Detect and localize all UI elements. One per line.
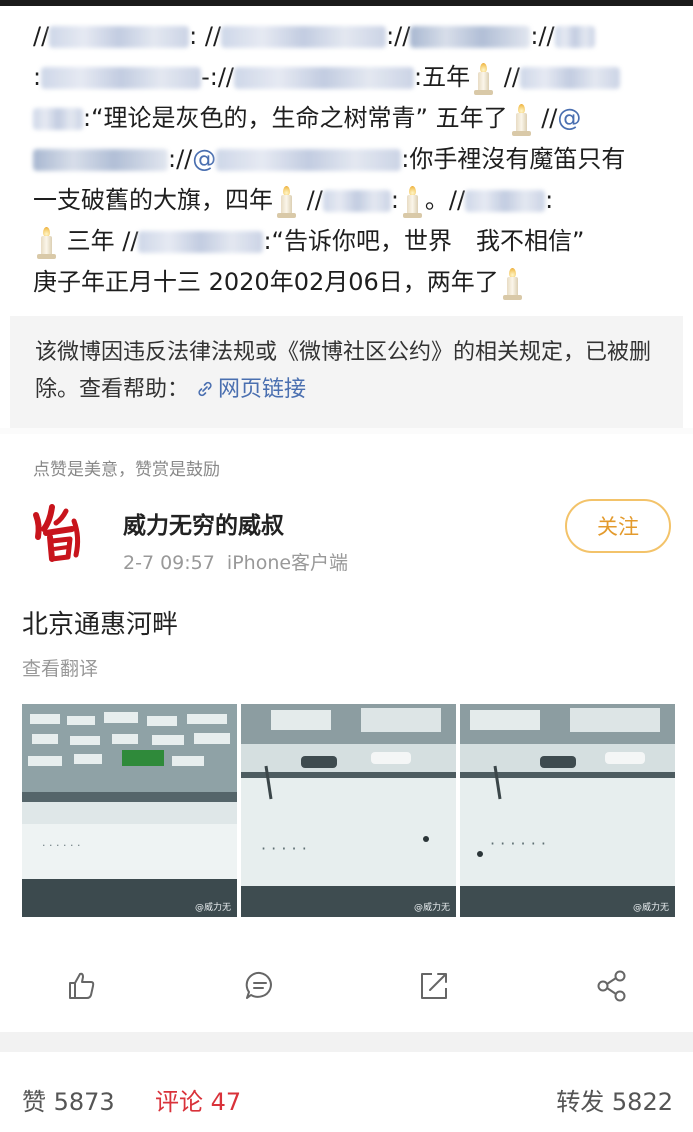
share-button[interactable] — [594, 968, 630, 1004]
separator: // — [496, 63, 520, 91]
separator: : // — [189, 22, 222, 50]
web-link[interactable]: 网页链接 — [196, 377, 306, 402]
candle-icon — [35, 225, 57, 259]
repost-chain-text: //: //://:// : -://:五年 // :“理论是灰色的，生命之树常青… — [33, 16, 663, 303]
candle-icon — [401, 184, 423, 218]
svg-text:· · · · ·: · · · · · — [261, 839, 307, 858]
redacted-username — [216, 149, 402, 171]
mention-link[interactable]: @ — [192, 145, 216, 173]
repost-line-1: // : // :// :// — [33, 16, 663, 57]
avatar[interactable] — [22, 497, 94, 569]
redacted-username — [554, 26, 595, 48]
redacted-username — [221, 26, 387, 48]
share-nodes-icon — [597, 970, 626, 1002]
repost-comment: :你手裡沒有魔笛只有 — [401, 145, 626, 173]
web-link-label: 网页链接 — [218, 377, 307, 402]
redacted-username — [41, 67, 202, 89]
post-image-1[interactable]: · · · · · · @威力无 — [22, 704, 237, 917]
post-time: 2-7 09:57 — [123, 552, 215, 574]
redacted-username — [410, 26, 531, 48]
image-watermark: @威力无 — [194, 903, 231, 913]
translate-link[interactable]: 查看翻译 — [22, 654, 98, 681]
separator: -:// — [201, 63, 235, 91]
post-text: 北京通惠河畔 — [22, 610, 179, 640]
repost-comment: :“告诉你吧，世界 我不相信” — [263, 227, 585, 255]
repost-line-3: :“理论是灰色的，生命之树常青” 五年了 //@ — [33, 98, 663, 139]
repost-line-5: 一支破舊的大旗，四年 //: 。//: — [33, 180, 663, 221]
separator: :// — [386, 22, 411, 50]
redacted-username — [322, 190, 391, 212]
mention-link[interactable]: @ — [557, 104, 581, 132]
likes-count-tab[interactable]: 赞 5873 — [22, 1082, 115, 1117]
repost-button[interactable] — [416, 968, 452, 1004]
repost-comment: 一支破舊的大旗，四年 — [33, 186, 273, 214]
comments-count-tab[interactable]: 评论 47 — [155, 1082, 241, 1117]
action-bar — [0, 958, 693, 1018]
separator: :// — [168, 145, 193, 173]
redacted-username — [33, 149, 168, 171]
redacted-username — [33, 108, 83, 130]
redacted-username — [519, 67, 620, 89]
separator: // — [33, 22, 50, 50]
image-watermark: @威力无 — [413, 903, 450, 913]
separator: // — [299, 186, 323, 214]
post-client: iPhone客户端 — [226, 552, 349, 574]
redacted-username — [465, 190, 546, 212]
candle-icon — [510, 102, 532, 136]
separator: :// — [530, 22, 555, 50]
post-image-2[interactable]: · · · · · @威力无 — [241, 704, 456, 917]
separator: : — [33, 63, 42, 91]
post-username[interactable]: 威力无穷的威叔 — [123, 506, 284, 540]
svg-text:· · · · · ·: · · · · · · — [42, 839, 80, 852]
separator: 。// — [424, 186, 466, 214]
candle-icon — [501, 266, 523, 300]
divider — [0, 428, 693, 434]
post-meta: 2-7 09:57 iPhone客户端 — [123, 548, 348, 575]
repost-comment: 庚子年正月十三 2020年02月06日，两年了 — [33, 268, 499, 296]
status-bar-edge — [0, 0, 693, 6]
separator: : — [390, 186, 399, 214]
candle-icon — [275, 184, 297, 218]
reposts-count-tab[interactable]: 转发 5822 — [556, 1082, 673, 1117]
deleted-notice: 该微博因违反法律法规或《微博社区公约》的相关规定，已被删除。查看帮助： 网页链接 — [10, 316, 683, 428]
repost-comment: 三年 // — [59, 227, 139, 255]
deleted-notice-text: 该微博因违反法律法规或《微博社区公约》的相关规定，已被删除。查看帮助： — [35, 340, 652, 402]
repost-line-7: 庚子年正月十三 2020年02月06日，两年了 — [33, 262, 663, 303]
follow-button[interactable]: 关注 — [565, 499, 671, 553]
comment-icon — [245, 971, 272, 999]
repost-comment: :五年 — [414, 63, 471, 91]
separator: // — [533, 104, 558, 132]
redacted-username — [234, 67, 415, 89]
thumbs-up-icon — [69, 972, 95, 999]
separator: : — [545, 186, 554, 214]
share-out-icon — [421, 973, 447, 999]
repost-line-6: 三年 // :“告诉你吧，世界 我不相信” — [33, 221, 663, 262]
redacted-username — [49, 26, 190, 48]
seal-logo-icon — [33, 504, 81, 562]
candle-icon — [472, 61, 494, 95]
like-button[interactable] — [64, 968, 100, 1004]
repost-comment: :“理论是灰色的，生命之树常青” 五年了 — [83, 104, 508, 132]
image-watermark: @威力无 — [632, 903, 669, 913]
redacted-username — [138, 231, 264, 253]
link-icon — [198, 381, 212, 397]
divider — [0, 1032, 693, 1052]
repost-line-4: ://@ :你手裡沒有魔笛只有 — [33, 139, 663, 180]
repost-line-2: : -:// :五年 // — [33, 57, 663, 98]
svg-text:· · · · · ·: · · · · · · — [490, 834, 546, 853]
comment-button[interactable] — [242, 968, 278, 1004]
post-image-3[interactable]: · · · · · · @威力无 — [460, 704, 675, 917]
reward-tagline: 点赞是美意，赞赏是鼓励 — [33, 460, 220, 480]
stats-bar: 赞 5873 评论 47 转发 5822 — [0, 1052, 693, 1132]
